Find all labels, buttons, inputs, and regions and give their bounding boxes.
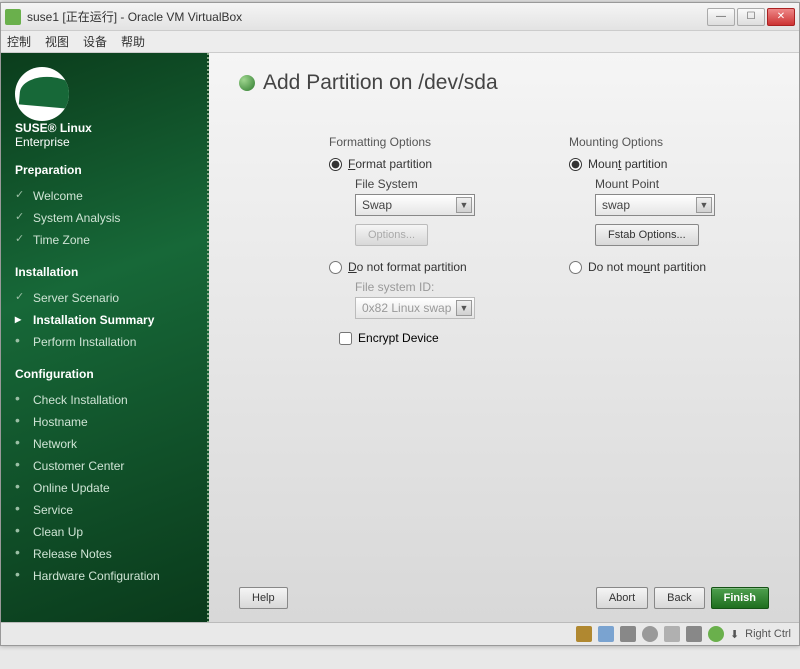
status-shared-icon[interactable] xyxy=(664,626,680,642)
nav-system-analysis[interactable]: System Analysis xyxy=(15,207,193,229)
nav-customer-center[interactable]: Customer Center xyxy=(15,455,193,477)
back-button[interactable]: Back xyxy=(654,587,704,609)
radio-mount-partition[interactable]: Mount partition xyxy=(569,157,769,171)
minimize-button[interactable]: — xyxy=(707,8,735,26)
chevron-down-icon: ▼ xyxy=(456,300,472,316)
encrypt-checkbox-row[interactable]: Encrypt Device xyxy=(339,331,529,345)
section-installation: Installation xyxy=(15,265,193,279)
filesystem-select[interactable]: Swap▼ xyxy=(355,194,475,216)
brand-line1: SUSE® Linux xyxy=(15,121,193,135)
close-button[interactable]: ✕ xyxy=(767,8,795,26)
formatting-heading: Formatting Options xyxy=(329,135,529,149)
radio-no-format[interactable]: Do not format partition xyxy=(329,260,529,274)
fsid-select: 0x82 Linux swap▼ xyxy=(355,297,475,319)
statusbar: ⬇ Right Ctrl xyxy=(1,622,799,645)
maximize-button[interactable]: ☐ xyxy=(737,8,765,26)
status-network-icon[interactable] xyxy=(642,626,658,642)
chevron-down-icon: ▼ xyxy=(696,197,712,213)
radio-mount-input[interactable] xyxy=(569,158,582,171)
chevron-down-icon: ▼ xyxy=(456,197,472,213)
fsid-label: File system ID: xyxy=(355,280,529,294)
menu-devices[interactable]: 设备 xyxy=(83,33,107,50)
menu-help[interactable]: 帮助 xyxy=(121,33,145,50)
menubar: 控制 视图 设备 帮助 xyxy=(1,31,799,53)
status-mouse-icon[interactable] xyxy=(708,626,724,642)
nav-installation-summary[interactable]: Installation Summary xyxy=(15,309,193,331)
encrypt-checkbox[interactable] xyxy=(339,332,352,345)
finish-button[interactable]: Finish xyxy=(711,587,769,609)
main-panel: Add Partition on /dev/sda Formatting Opt… xyxy=(209,53,799,623)
radio-no-format-input[interactable] xyxy=(329,261,342,274)
nav-network[interactable]: Network xyxy=(15,433,193,455)
status-hostkey-arrow: ⬇ xyxy=(730,628,739,641)
nav-clean-up[interactable]: Clean Up xyxy=(15,521,193,543)
status-optical-icon[interactable] xyxy=(598,626,614,642)
mounting-heading: Mounting Options xyxy=(569,135,769,149)
app-icon xyxy=(5,9,21,25)
filesystem-label: File System xyxy=(355,177,529,191)
mounting-column: Mounting Options Mount partition Mount P… xyxy=(569,135,769,345)
titlebar[interactable]: suse1 [正在运行] - Oracle VM VirtualBox — ☐ … xyxy=(1,3,799,31)
brand-line2: Enterprise xyxy=(15,135,193,149)
menu-control[interactable]: 控制 xyxy=(7,33,31,50)
status-display-icon[interactable] xyxy=(686,626,702,642)
mountpoint-label: Mount Point xyxy=(595,177,769,191)
nav-release-notes[interactable]: Release Notes xyxy=(15,543,193,565)
nav-welcome[interactable]: Welcome xyxy=(15,185,193,207)
status-usb-icon[interactable] xyxy=(620,626,636,642)
nav-hardware-configuration[interactable]: Hardware Configuration xyxy=(15,565,193,587)
nav-time-zone[interactable]: Time Zone xyxy=(15,229,193,251)
formatting-column: Formatting Options FFormat partitionorma… xyxy=(329,135,529,345)
abort-button[interactable]: Abort xyxy=(596,587,648,609)
nav-server-scenario[interactable]: Server Scenario xyxy=(15,287,193,309)
status-hd-icon[interactable] xyxy=(576,626,592,642)
nav-service[interactable]: Service xyxy=(15,499,193,521)
section-preparation: Preparation xyxy=(15,163,193,177)
mountpoint-select[interactable]: swap▼ xyxy=(595,194,715,216)
menu-view[interactable]: 视图 xyxy=(45,33,69,50)
page-title: Add Partition on /dev/sda xyxy=(263,71,498,95)
nav-online-update[interactable]: Online Update xyxy=(15,477,193,499)
fstab-options-button[interactable]: Fstab Options... xyxy=(595,224,699,246)
options-button: Options... xyxy=(355,224,428,246)
nav-check-installation[interactable]: Check Installation xyxy=(15,389,193,411)
status-hostkey: Right Ctrl xyxy=(745,628,791,640)
radio-format-partition[interactable]: FFormat partitionormat partition xyxy=(329,157,529,171)
nav-hostname[interactable]: Hostname xyxy=(15,411,193,433)
sidebar: SUSE® Linux Enterprise Preparation Welco… xyxy=(1,53,209,623)
help-button[interactable]: Help xyxy=(239,587,288,609)
section-configuration: Configuration xyxy=(15,367,193,381)
radio-no-mount[interactable]: Do not mount partition xyxy=(569,260,769,274)
radio-no-mount-input[interactable] xyxy=(569,261,582,274)
suse-logo xyxy=(15,67,193,115)
platform-icon xyxy=(239,75,255,91)
vm-window: suse1 [正在运行] - Oracle VM VirtualBox — ☐ … xyxy=(0,2,800,646)
radio-format-input[interactable] xyxy=(329,158,342,171)
nav-perform-installation[interactable]: Perform Installation xyxy=(15,331,193,353)
window-title: suse1 [正在运行] - Oracle VM VirtualBox xyxy=(27,8,707,25)
